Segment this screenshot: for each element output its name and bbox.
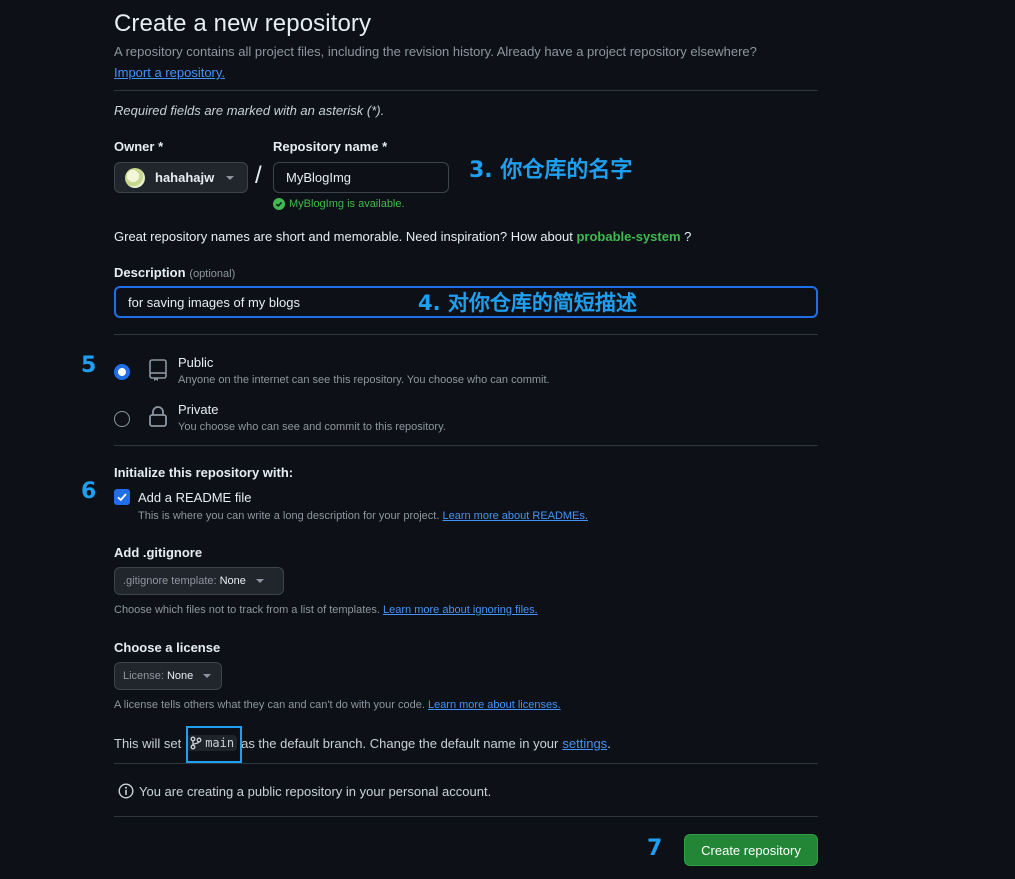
private-radio[interactable] [114, 411, 130, 427]
settings-link[interactable]: settings [562, 736, 607, 751]
slash-separator: / [255, 162, 262, 189]
annotation-7: 7 [647, 836, 663, 861]
gitignore-select[interactable]: .gitignore template: None [114, 567, 284, 595]
license-description-row: A license tells others what they can and… [114, 699, 561, 711]
info-icon [118, 783, 134, 799]
annotation-3: 3. 你仓库的名字 [469, 158, 633, 183]
page-subtitle: A repository contains all project files,… [114, 44, 757, 59]
owner-value: hahahajw [155, 170, 215, 185]
avatar [125, 167, 145, 188]
import-repository-link[interactable]: Import a repository. [114, 65, 225, 80]
private-title: Private [178, 402, 219, 417]
public-description: Anyone on the internet can see this repo… [178, 374, 550, 386]
readme-description-row: This is where you can write a long descr… [138, 510, 588, 522]
inspiration-line: Great repository names are short and mem… [114, 229, 691, 244]
annotation-4: 4. 对你仓库的简短描述 [418, 291, 637, 315]
license-select[interactable]: License: None [114, 662, 222, 690]
init-heading: Initialize this repository with: [114, 465, 294, 480]
inspiration-text: Great repository names are short and mem… [114, 229, 573, 244]
create-repository-button[interactable]: Create repository [684, 834, 818, 866]
page-title: Create a new repository [114, 10, 372, 37]
divider-visibility [114, 445, 818, 446]
checkmark-icon [117, 493, 127, 502]
gitignore-description-row: Choose which files not to track from a l… [114, 604, 538, 616]
gitignore-learn-more-link[interactable]: Learn more about ignoring files. [383, 604, 538, 616]
gitignore-select-prefix: .gitignore template: [123, 575, 217, 587]
gitignore-heading: Add .gitignore [114, 545, 203, 560]
readme-learn-more-link[interactable]: Learn more about READMEs. [442, 510, 588, 522]
public-radio[interactable] [114, 364, 130, 380]
branch-prefix: This will set [114, 735, 182, 751]
public-notice-text: You are creating a public repository in … [139, 783, 492, 799]
license-description: A license tells others what they can and… [114, 699, 425, 711]
description-label-row: Description (optional) [114, 264, 235, 280]
readme-description: This is where you can write a long descr… [138, 510, 440, 522]
owner-select[interactable]: hahahajw [114, 162, 248, 193]
readme-label[interactable]: Add a README file [138, 490, 251, 505]
divider-description [114, 334, 818, 335]
availability-status: MyBlogImg is available. [273, 198, 405, 210]
divider-bottom [114, 816, 818, 817]
branch-highlight-box [186, 726, 242, 763]
repo-name-input[interactable]: MyBlogImg [273, 162, 449, 193]
required-note: Required fields are marked with an aster… [114, 103, 385, 118]
private-description: You choose who can see and commit to thi… [178, 421, 446, 433]
description-optional: (optional) [189, 268, 236, 280]
availability-text: MyBlogImg is available. [289, 198, 405, 210]
repo-name-label: Repository name * [273, 139, 388, 154]
license-learn-more-link[interactable]: Learn more about licenses. [428, 699, 561, 711]
owner-label: Owner * [114, 139, 164, 154]
public-notice: You are creating a public repository in … [118, 783, 491, 799]
license-select-value: None [166, 670, 194, 682]
description-label: Description [114, 265, 186, 280]
check-circle-icon [273, 198, 285, 210]
gitignore-description: Choose which files not to track from a l… [114, 604, 380, 616]
readme-checkbox[interactable] [114, 489, 130, 505]
annotation-6: 6 [81, 479, 97, 504]
divider-top [114, 90, 818, 91]
license-heading: Choose a license [114, 640, 221, 655]
license-select-prefix: License: [123, 670, 164, 682]
chevron-down-icon [226, 175, 235, 180]
gitignore-select-value: None [219, 575, 246, 587]
inspiration-tail: ? [684, 229, 692, 244]
lock-icon [149, 406, 167, 427]
public-title: Public [178, 355, 214, 370]
divider-branch [114, 763, 818, 764]
chevron-down-icon [203, 674, 212, 678]
annotation-5: 5 [81, 353, 97, 378]
suggestion-name[interactable]: probable-system [576, 229, 680, 244]
chevron-down-icon [255, 579, 264, 583]
repo-icon [149, 359, 167, 381]
branch-period: . [607, 735, 611, 751]
branch-suffix: as the default branch. Change the defaul… [241, 735, 559, 751]
